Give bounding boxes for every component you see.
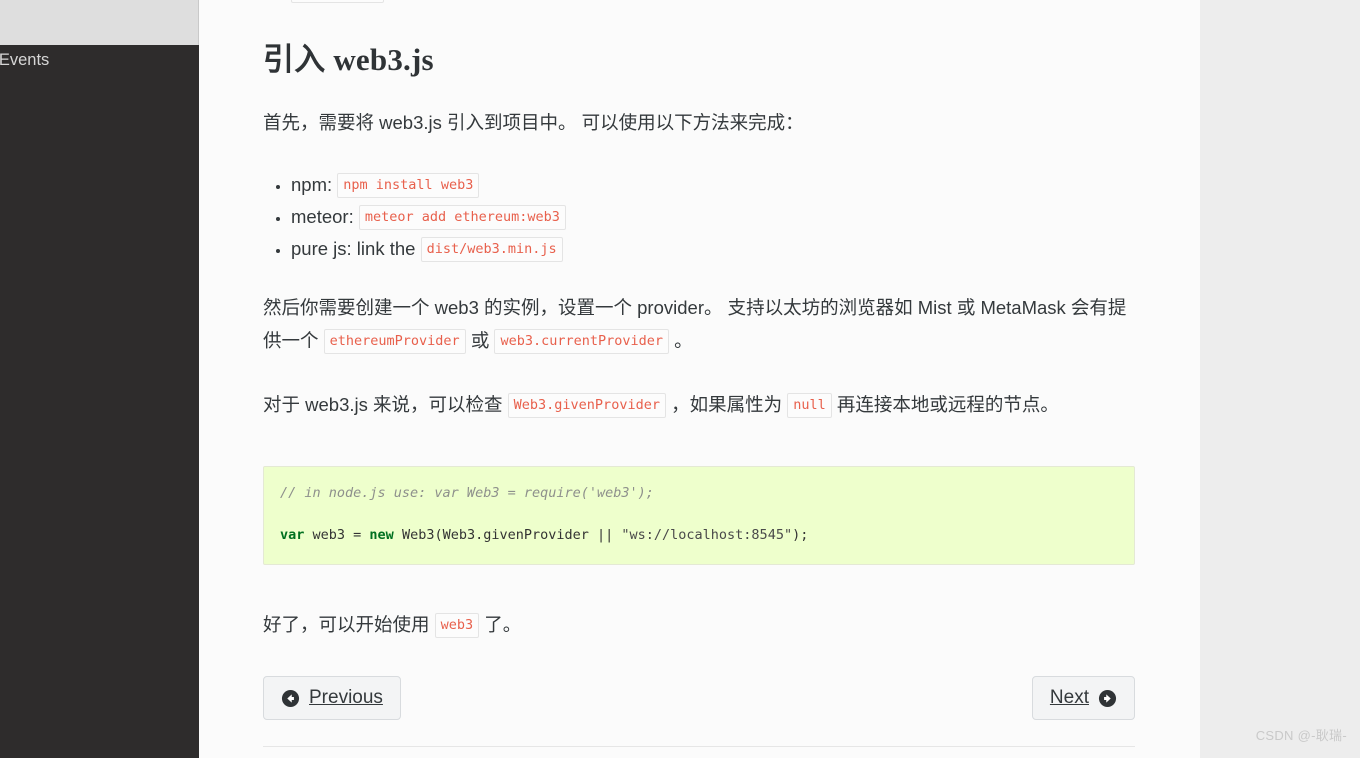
pagination-controls: Previous Next xyxy=(263,676,1135,720)
given-provider-paragraph: 对于 web3.js 来说，可以检查 Web3.givenProvider ，如… xyxy=(263,388,1135,422)
install-methods-list: npm: npm install web3 meteor: meteor add… xyxy=(263,169,1135,265)
given-provider-part1: 对于 web3.js 来说，可以检查 xyxy=(263,394,508,415)
provider-paragraph: 然后你需要创建一个 web3 的实例，设置一个 provider。 支持以太坊的… xyxy=(263,291,1135,358)
code-block: // in node.js use: var Web3 = require('w… xyxy=(263,465,1135,565)
right-gutter xyxy=(1200,0,1360,758)
inline-code-null: null xyxy=(787,393,832,418)
intro-paragraph: 首先，需要将 web3.js 引入到项目中。 可以使用以下方法来完成： xyxy=(263,112,804,133)
closing-paragraph: 好了，可以开始使用 web3 了。 xyxy=(263,608,1135,642)
next-button-label: Next xyxy=(1049,687,1089,708)
code-text-after-var: web3 = xyxy=(304,526,370,543)
inline-code-given-provider: Web3.givenProvider xyxy=(507,393,666,418)
inline-code-npm-install: npm install web3 xyxy=(337,173,480,198)
inline-code-ethereum-provider: ethereumProvider xyxy=(323,329,466,354)
code-keyword-new: new xyxy=(369,526,394,543)
install-method-label: npm: xyxy=(291,174,333,195)
inline-code-dist-web3-min: dist/web3.min.js xyxy=(420,237,563,262)
install-method-label: meteor: xyxy=(291,206,354,227)
arrow-circle-left-icon xyxy=(281,689,300,708)
inline-code-current-provider: web3.currentProvider xyxy=(494,329,670,354)
list-item: npm: npm install web3 xyxy=(291,169,1135,201)
arrow-circle-right-icon xyxy=(1098,689,1117,708)
code-comment: // in node.js use: var Web3 = require('w… xyxy=(280,484,654,501)
page-viewport: s Events e s web3-utils 包含一些对 DApp 开发者有用… xyxy=(0,0,1360,758)
sidebar-topbar xyxy=(0,0,199,45)
page-title: 引入 web3.js xyxy=(263,42,434,77)
sidebar-item-events[interactable]: s Events xyxy=(0,47,199,73)
closing-part2: 了。 xyxy=(479,614,522,635)
code-string-provider-url: "ws://localhost:8545" xyxy=(621,526,793,543)
install-method-label: pure js: link the xyxy=(291,238,416,259)
inline-code-web3: web3 xyxy=(434,613,480,638)
sidebar-item-partial-b[interactable]: s xyxy=(0,325,1,339)
given-provider-part3: 再连接本地或远程的节点。 xyxy=(831,394,1059,415)
document-body: web3-utils 包含一些对 DApp 开发者有用的方法。 引入 web3.… xyxy=(263,0,1135,748)
provider-paragraph-part3: 。 xyxy=(669,330,693,351)
list-item: meteor: meteor add ethereum:web3 xyxy=(291,201,1135,233)
list-item: pure js: link the dist/web3.min.js xyxy=(291,233,1135,265)
next-button[interactable]: Next xyxy=(1031,676,1135,720)
given-provider-part2: ，如果属性为 xyxy=(665,394,788,415)
main-content: web3-utils 包含一些对 DApp 开发者有用的方法。 引入 web3.… xyxy=(199,0,1200,758)
code-keyword-var: var xyxy=(280,526,305,543)
sidebar-item-events-label: s Events xyxy=(0,51,50,69)
sidebar: s Events e s xyxy=(0,0,199,758)
inline-code-meteor-add: meteor add ethereum:web3 xyxy=(358,205,566,230)
code-text-tail: ); xyxy=(792,526,809,543)
watermark: CSDN @-耿瑞- xyxy=(1255,728,1347,743)
previous-button-label: Previous xyxy=(309,687,383,708)
inline-code-web3-utils: web3-utils xyxy=(291,0,385,3)
footer-divider xyxy=(263,746,1135,748)
closing-part1: 好了，可以开始使用 xyxy=(263,614,435,635)
provider-paragraph-part2: 或 xyxy=(465,330,495,351)
code-text-after-new: Web3(Web3.givenProvider || xyxy=(393,526,622,543)
previous-button[interactable]: Previous xyxy=(263,676,401,720)
